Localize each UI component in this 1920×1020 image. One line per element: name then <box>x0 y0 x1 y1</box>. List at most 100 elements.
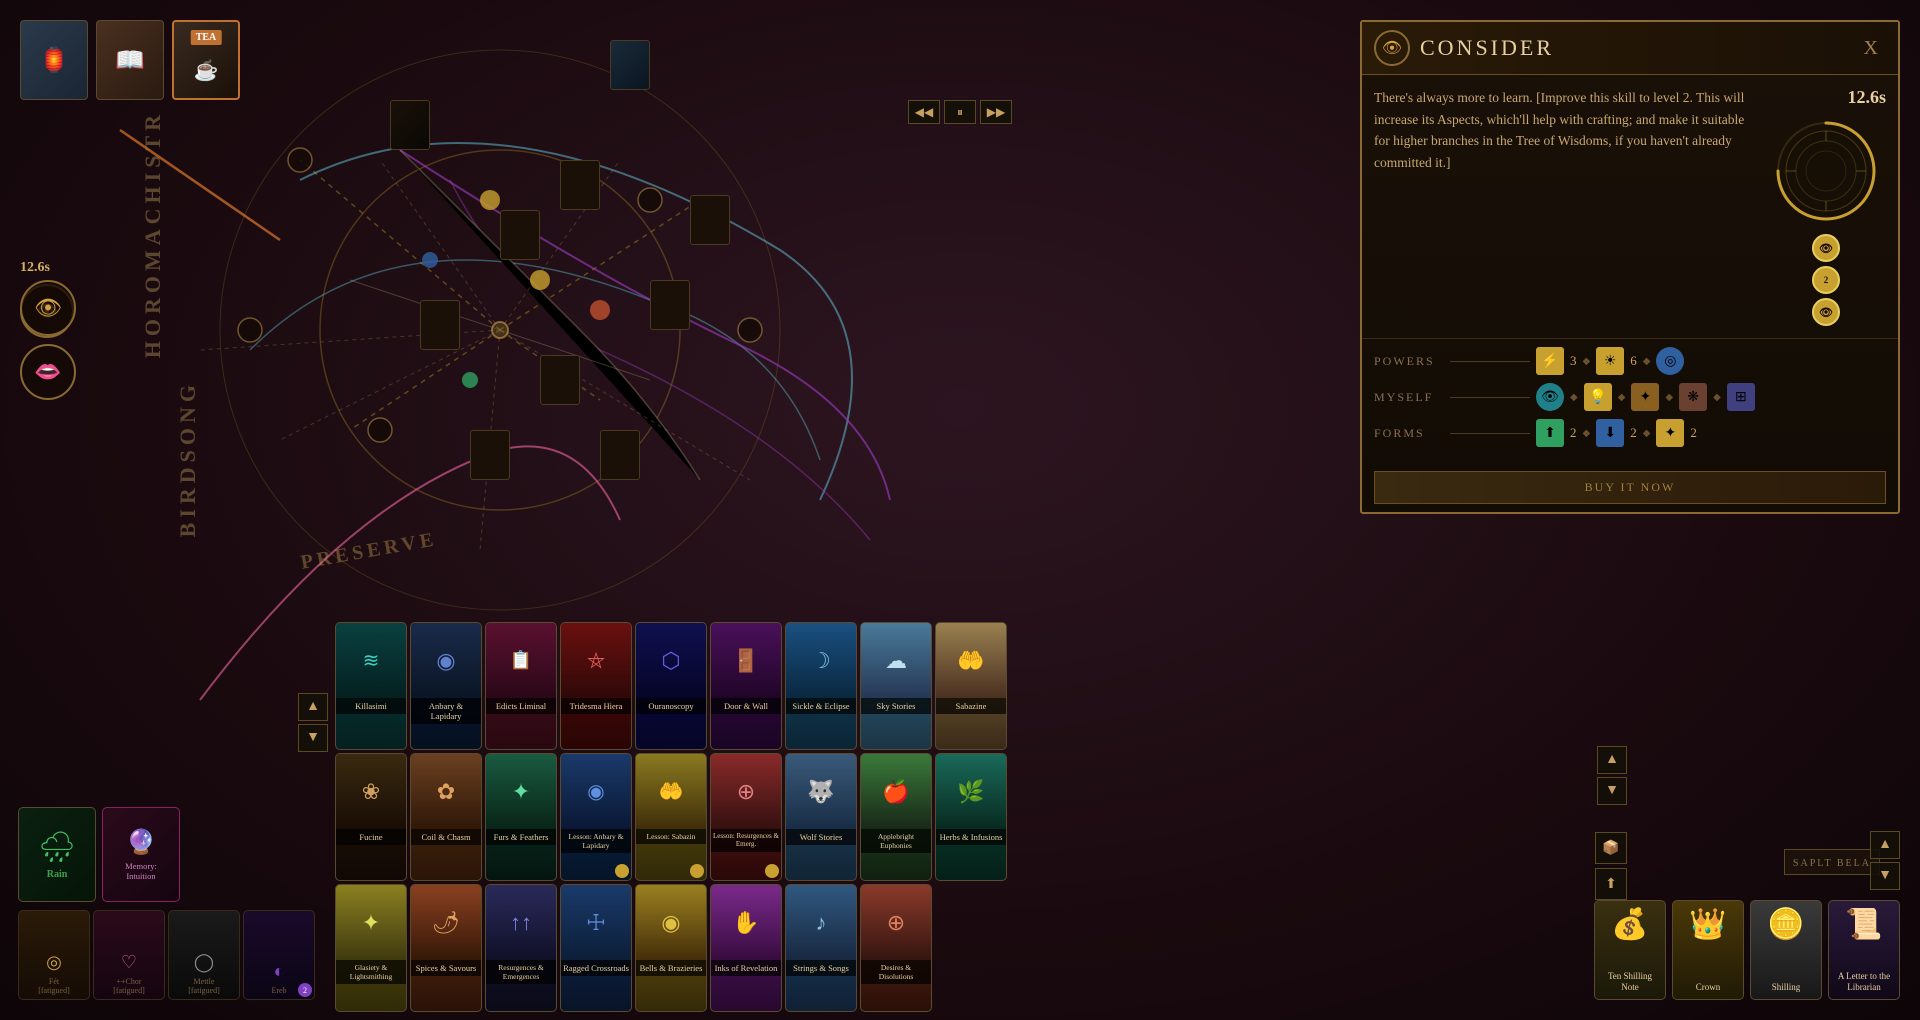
book-card[interactable]: 📖 <box>96 20 164 100</box>
inventory-button[interactable]: 📦 <box>1595 832 1627 864</box>
powers-label: POWERS <box>1374 354 1444 369</box>
bottomright-up-button[interactable]: ▲ <box>1870 831 1900 859</box>
lantern-card[interactable]: 🏮 <box>20 20 88 100</box>
inks-revelation-card[interactable]: ✋ Inks of Revelation <box>710 884 782 1012</box>
crown-card[interactable]: 👑 Crown <box>1672 900 1744 1000</box>
bottomleft-section: 🌧 Rain 🔮 Memory:Intuition ◎ Fét[fatigued… <box>18 807 315 1000</box>
map-card-4[interactable] <box>690 195 730 245</box>
herbs-infusions-card[interactable]: 🌿 Herbs & Infusions <box>935 753 1007 881</box>
forms-icon-3: ✦ <box>1656 419 1684 447</box>
sky-stories-card[interactable]: ☁ Sky Stories <box>860 622 932 750</box>
memory-card[interactable]: 🔮 Memory:Intuition <box>102 807 180 902</box>
map-card-5[interactable] <box>500 210 540 260</box>
spices-savours-card[interactable]: 🌶 Spices & Savours <box>410 884 482 1012</box>
tea-card[interactable]: TEA ☕ <box>172 20 240 100</box>
mettle-fatigued-card[interactable]: ◯ Mettle[fatigued] <box>168 910 240 1000</box>
ten-shilling-card[interactable]: 💰 Ten Shilling Note <box>1594 900 1666 1000</box>
forms-line <box>1450 433 1530 434</box>
forms-icon-1: ⬆ <box>1536 419 1564 447</box>
bottomright-arrows: ▲ ▼ <box>1870 831 1900 890</box>
scroll-right-up-button[interactable]: ▲ <box>1597 746 1627 774</box>
applebright-card[interactable]: 🍎 Applebright Euphonies <box>860 753 932 881</box>
myself-icon-1: 👁 <box>1536 383 1564 411</box>
forward-button[interactable]: ▶▶ <box>980 100 1012 124</box>
map-card-3[interactable] <box>560 160 600 210</box>
card-scroll-right-arrows: ▲ ▼ <box>1597 746 1627 805</box>
consider-close-button[interactable]: X <box>1856 33 1886 64</box>
chor-fatigued-card[interactable]: ♡ ++Chor[fatigued] <box>93 910 165 1000</box>
ouranoscopy-card[interactable]: ⬡ Ouranoscopy <box>635 622 707 750</box>
tridesma-hiera-card[interactable]: ⛤ Tridesma Hiera <box>560 622 632 750</box>
shilling-card[interactable]: 🪙 Shilling <box>1750 900 1822 1000</box>
scroll-down-button[interactable]: ▼ <box>298 724 328 752</box>
myself-icon-2: 💡 <box>1584 383 1612 411</box>
fet-fatigued-card[interactable]: ◎ Fét[fatigued] <box>18 910 90 1000</box>
map-card-9[interactable] <box>470 430 510 480</box>
power-icon-1: ⚡ <box>1536 347 1564 375</box>
power-icon-2: ☀ <box>1596 347 1624 375</box>
map-label-birdsong: BIRDSONG <box>175 380 201 537</box>
sickle-eclipse-card[interactable]: ☽ Sickle & Eclipse <box>785 622 857 750</box>
desires-disolutions-card[interactable]: ⊕ Desires & Disolutions <box>860 884 932 1012</box>
powers-row: POWERS ⚡ 3 ◆ ☀ 6 ◆ ◎ <box>1374 347 1886 375</box>
timer-token-2: 2 <box>1812 266 1840 294</box>
forms-count-3: 2 <box>1690 425 1697 441</box>
map-card-6[interactable] <box>650 280 690 330</box>
card-scroll-arrows-left: ▲ ▼ <box>298 693 328 752</box>
left-icons: 👁 👄 <box>20 280 76 400</box>
timer-token-3: 👁 <box>1812 298 1840 326</box>
furs-feathers-card[interactable]: ✦ Furs & Feathers <box>485 753 557 881</box>
sabazine-card[interactable]: 🤲 Sabazine <box>935 622 1007 750</box>
timer-circle <box>1771 116 1881 226</box>
map-card-7[interactable] <box>420 300 460 350</box>
bottom-cards-area: ≋ Killasimi ◉ Anbary & Lapidary 📋 Edicts… <box>335 622 1620 1012</box>
myself-icon-3: ✦ <box>1631 383 1659 411</box>
fatigued-cards: ◎ Fét[fatigued] ♡ ++Chor[fatigued] ◯ Met… <box>18 910 315 1000</box>
map-card-1[interactable] <box>610 40 650 90</box>
lesson-badge-1 <box>615 864 629 878</box>
export-button[interactable]: ⬆ <box>1595 868 1627 900</box>
map-card-8[interactable] <box>540 355 580 405</box>
scroll-up-button[interactable]: ▲ <box>298 693 328 721</box>
myself-label: MYSELF <box>1374 390 1444 405</box>
card-row-3: ✦ Glasiety & Lightsmithing 🌶 Spices & Sa… <box>335 884 1620 1012</box>
consider-title: Consider <box>1420 35 1846 61</box>
tea-label: TEA <box>191 30 222 45</box>
eye-button[interactable]: 👁 <box>20 280 76 336</box>
edicts-liminal-card[interactable]: 📋 Edicts Liminal <box>485 622 557 750</box>
card-row-2: ❀ Fucine ✿ Coil & Chasm ✦ Furs & Feather… <box>335 753 1620 881</box>
lesson-anbary-card[interactable]: ◉ Lesson: Anbary & Lapidary <box>560 753 632 881</box>
scroll-right-down-button[interactable]: ▼ <box>1597 777 1627 805</box>
rewind-button[interactable]: ◀◀ <box>908 100 940 124</box>
fucine-card[interactable]: ❀ Fucine <box>335 753 407 881</box>
map-card-10[interactable] <box>600 430 640 480</box>
forms-label: FORMS <box>1374 426 1444 441</box>
ragged-crossroads-card[interactable]: ☩ Ragged Crossroads <box>560 884 632 1012</box>
myself-line <box>1450 397 1530 398</box>
playback-controls: ◀◀ ⏸ ▶▶ <box>908 100 1012 124</box>
bells-brazieries-card[interactable]: ◉ Bells & Brazieries <box>635 884 707 1012</box>
map-card-2[interactable] <box>390 100 430 150</box>
consider-timer: 12.6s <box>1766 87 1886 108</box>
buy-button[interactable]: BUY IT NOW <box>1374 471 1886 504</box>
librarian-letter-card[interactable]: 📜 A Letter to the Librarian <box>1828 900 1900 1000</box>
bottomright-items: SAPLT BELA 💰 Ten Shilling Note 👑 Crown 🪙… <box>1594 900 1900 1000</box>
killasimi-card[interactable]: ≋ Killasimi <box>335 622 407 750</box>
wolf-stories-card[interactable]: 🐺 Wolf Stories <box>785 753 857 881</box>
coil-chasm-card[interactable]: ✿ Coil & Chasm <box>410 753 482 881</box>
ereb-card[interactable]: ◐ Ereb 2 <box>243 910 315 1000</box>
anbary-lapidary-card[interactable]: ◉ Anbary & Lapidary <box>410 622 482 750</box>
game-map[interactable]: HOROMACHISTR BIRDSONG NYCTODROMÝ OLEKOSO… <box>0 0 1920 1020</box>
shilling-icon: 🪙 <box>1767 907 1804 942</box>
lesson-sabazin-card[interactable]: 🤲 Lesson: Sabazin <box>635 753 707 881</box>
glasiety-card[interactable]: ✦ Glasiety & Lightsmithing <box>335 884 407 1012</box>
rain-card[interactable]: 🌧 Rain <box>18 807 96 902</box>
consider-icon: 👁 <box>1374 30 1410 66</box>
bottomright-down-button[interactable]: ▼ <box>1870 862 1900 890</box>
pause-button[interactable]: ⏸ <box>944 100 976 124</box>
resurgences-card[interactable]: ↑↑ Resurgences & Emergences <box>485 884 557 1012</box>
strings-songs-card[interactable]: ♪ Strings & Songs <box>785 884 857 1012</box>
lips-button[interactable]: 👄 <box>20 344 76 400</box>
lesson-resurgences-card[interactable]: ⊕ Lesson: Resurgences & Emerg. <box>710 753 782 881</box>
door-wall-card[interactable]: 🚪 Door & Wall <box>710 622 782 750</box>
